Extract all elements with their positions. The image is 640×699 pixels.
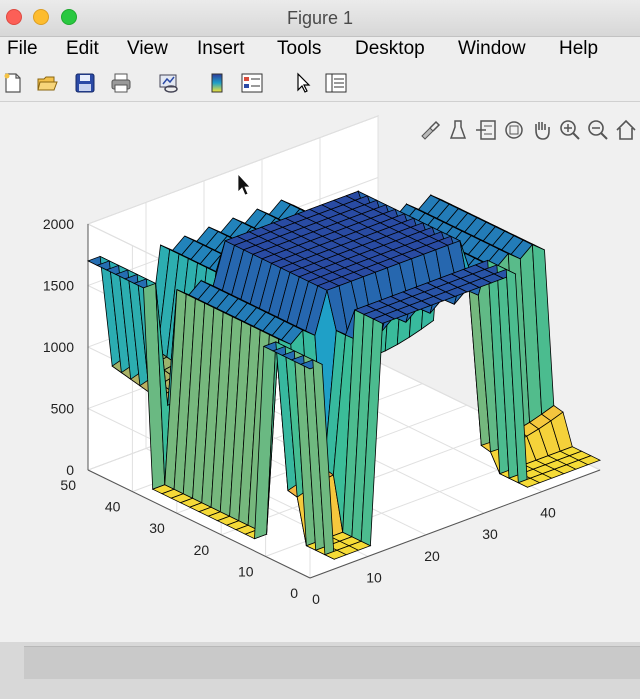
z-tick-label: 1500 bbox=[43, 278, 74, 294]
y-tick-label: 20 bbox=[194, 542, 210, 558]
y-tick-label: 0 bbox=[290, 585, 298, 601]
x-tick-label: 20 bbox=[424, 548, 440, 564]
figure-window: Figure 1 File Edit View Insert Tools Des… bbox=[0, 0, 640, 642]
y-tick-label: 50 bbox=[60, 477, 76, 493]
z-tick-label: 500 bbox=[51, 401, 75, 417]
x-tick-label: 10 bbox=[366, 569, 382, 585]
surface-plot[interactable]: 050010001500200001020304050010203040 bbox=[0, 0, 640, 642]
x-tick-label: 30 bbox=[482, 526, 498, 542]
y-tick-label: 10 bbox=[238, 563, 254, 579]
z-tick-label: 2000 bbox=[43, 216, 74, 232]
z-tick-label: 1000 bbox=[43, 339, 74, 355]
y-tick-label: 40 bbox=[105, 499, 121, 515]
x-tick-label: 40 bbox=[540, 505, 556, 521]
z-tick-label: 0 bbox=[66, 462, 74, 478]
underlying-window bbox=[24, 646, 640, 679]
desktop-background bbox=[0, 642, 640, 699]
y-tick-label: 30 bbox=[149, 520, 165, 536]
x-tick-label: 0 bbox=[312, 591, 320, 607]
